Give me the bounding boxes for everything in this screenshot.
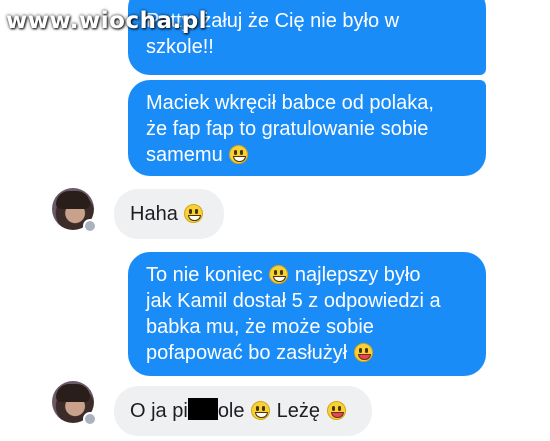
- site-watermark: www.wiocha.pl: [6, 8, 208, 34]
- messenger-badge-icon: [83, 219, 97, 233]
- message-text: ole: [217, 400, 245, 422]
- tongue-wink-emoji-icon: [353, 343, 373, 362]
- grinning-emoji-icon: [251, 401, 271, 420]
- message-text: Maciek wkręcił babce od polaka,: [146, 92, 434, 114]
- message-bubble-incoming: Haha: [114, 189, 224, 239]
- message-text: To nie koniec: [146, 264, 263, 286]
- message-text: że fap fap to gratulowanie sobie: [146, 118, 429, 140]
- message-text: szkole!!: [146, 36, 214, 58]
- message-bubble-outgoing: To nie koniec najlepszy było jak Kamil d…: [128, 252, 486, 376]
- message-text: samemu: [146, 144, 223, 166]
- messenger-badge-icon: [83, 412, 97, 426]
- avatar-hair: [56, 384, 90, 402]
- grinning-emoji-icon: [229, 145, 249, 164]
- message-text: jak Kamil dostał 5 z odpowiedzi a: [146, 290, 441, 312]
- grinning-emoji-icon: [269, 265, 289, 284]
- message-text: O ja pi: [130, 400, 188, 422]
- message-text: Haha: [130, 203, 178, 225]
- message-text: najlepszy było: [294, 264, 421, 286]
- message-text: Leżę: [276, 400, 321, 422]
- contact-avatar[interactable]: [52, 188, 97, 233]
- message-bubble-outgoing: Maciek wkręcił babce od polaka, że fap f…: [128, 80, 486, 176]
- message-text: pofapować bo zasłużył: [146, 342, 348, 364]
- tongue-wink-emoji-icon: [326, 401, 346, 420]
- grinning-emoji-icon: [184, 204, 204, 223]
- message-text: babka mu, że może sobie: [146, 316, 374, 338]
- contact-avatar[interactable]: [52, 381, 97, 426]
- avatar-hair: [56, 191, 90, 209]
- message-bubble-incoming: O ja pi ole Leżę: [114, 386, 372, 436]
- censor-bar: [187, 398, 218, 420]
